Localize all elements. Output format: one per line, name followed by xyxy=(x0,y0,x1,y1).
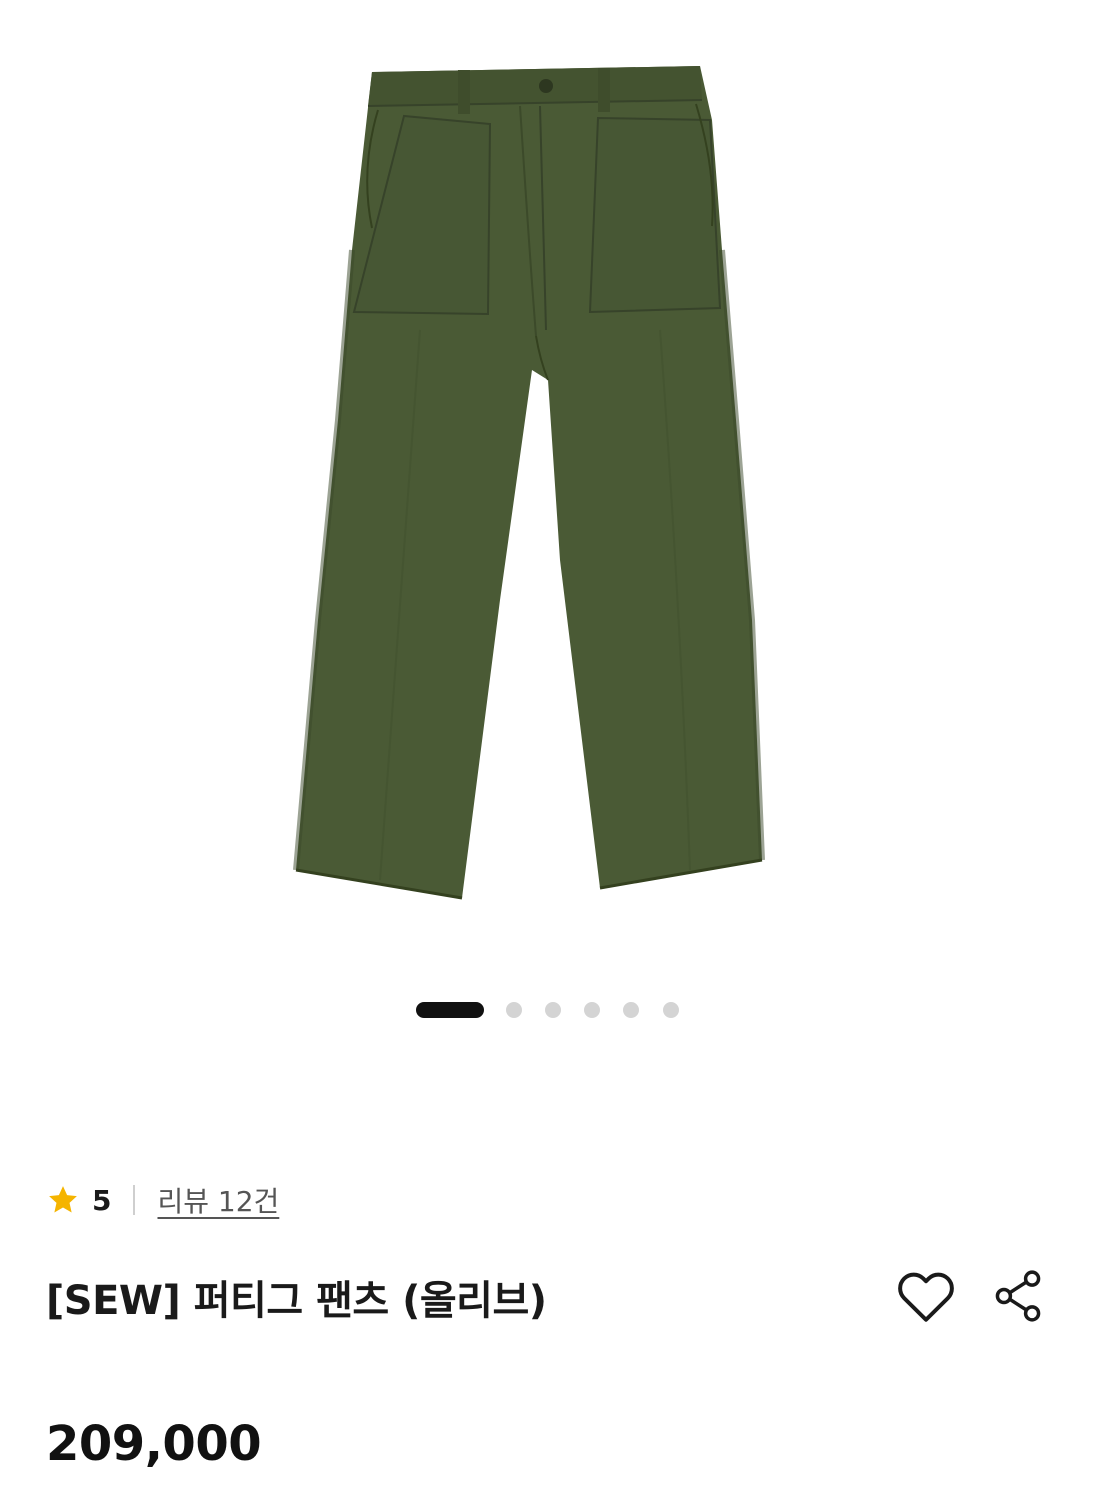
share-button[interactable] xyxy=(986,1264,1050,1328)
rating-row: 5 리뷰 12건 xyxy=(46,1178,279,1222)
rating-score: 5 xyxy=(92,1183,112,1217)
title-row: [SEW] 퍼티그 팬츠 (올리브) xyxy=(46,1260,1050,1330)
pager-dot-2[interactable] xyxy=(506,1002,522,1018)
share-icon xyxy=(995,1270,1041,1322)
review-count-link[interactable]: 리뷰 12건 xyxy=(157,1180,279,1220)
product-title: [SEW] 퍼티그 팬츠 (올리브) xyxy=(46,1278,547,1324)
pants-illustration xyxy=(293,66,765,900)
heart-icon xyxy=(898,1272,954,1322)
star-icon xyxy=(49,1186,77,1213)
product-price: 209,000 xyxy=(46,1416,262,1472)
pager-dot-6[interactable] xyxy=(663,1002,679,1018)
pager-dot-5[interactable] xyxy=(623,1002,639,1018)
rating-divider xyxy=(133,1185,136,1215)
product-image[interactable] xyxy=(0,0,1096,960)
pager-dot-4[interactable] xyxy=(584,1002,600,1018)
pager-dot-3[interactable] xyxy=(545,1002,561,1018)
like-button[interactable] xyxy=(894,1264,958,1328)
image-pager xyxy=(0,1000,1096,1020)
pager-dot-1[interactable] xyxy=(416,1002,484,1018)
